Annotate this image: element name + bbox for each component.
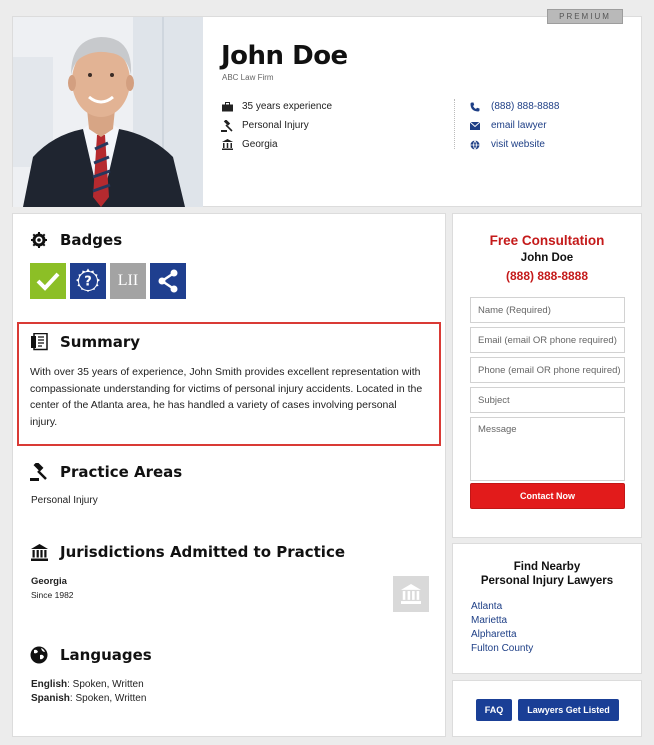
- language-item: Spanish: Spoken, Written: [31, 692, 146, 706]
- courthouse-icon: [30, 543, 48, 561]
- nearby-link-atlanta[interactable]: Atlanta: [471, 601, 502, 612]
- summary-title: Summary: [60, 333, 141, 351]
- language-name: English: [31, 679, 68, 690]
- summary-heading: Summary: [30, 333, 140, 351]
- nearby-title-line1: Find Nearby: [513, 561, 581, 573]
- briefcase-icon: [221, 101, 233, 113]
- consultation-lawyer-name: John Doe: [520, 252, 574, 264]
- header-divider: [454, 99, 455, 149]
- footer-links: FAQ Lawyers Get Listed: [452, 680, 642, 737]
- languages-list: English: Spoken, Written Spanish: Spoken…: [31, 678, 146, 706]
- practice-areas-heading: Practice Areas: [30, 463, 182, 481]
- badge-gear-icon: [30, 231, 48, 249]
- gavel-icon: [221, 119, 233, 132]
- website-link[interactable]: visit website: [469, 135, 559, 154]
- lawyer-info-list: 35 years experience Personal Injury Geor…: [221, 97, 332, 154]
- languages-heading: Languages: [30, 646, 152, 664]
- share-icon: [158, 269, 178, 293]
- location-row: Georgia: [221, 135, 332, 154]
- consultation-phone[interactable]: (888) 888-8888: [453, 269, 641, 283]
- svg-text:?: ?: [84, 275, 92, 290]
- phone-link[interactable]: (888) 888-8888: [469, 97, 559, 116]
- language-item: English: Spoken, Written: [31, 678, 146, 692]
- jurisdiction-since: Since 1982: [31, 590, 74, 600]
- practice-areas-title: Practice Areas: [60, 463, 183, 481]
- faq-button[interactable]: FAQ: [476, 699, 512, 721]
- lawyers-get-listed-button[interactable]: Lawyers Get Listed: [518, 699, 619, 721]
- message-field[interactable]: [470, 417, 625, 481]
- nearby-link-alpharetta[interactable]: Alpharetta: [471, 629, 517, 640]
- contact-now-button[interactable]: Contact Now: [470, 483, 625, 509]
- practice-area-item: Personal Injury: [31, 495, 98, 506]
- practice-text: Personal Injury: [242, 120, 309, 131]
- subject-field[interactable]: [470, 387, 625, 413]
- badges-title: Badges: [60, 231, 123, 249]
- firm-name: ABC Law Firm: [222, 73, 274, 82]
- nearby-link-marietta[interactable]: Marietta: [471, 615, 507, 626]
- badges-list: ? LII: [30, 263, 186, 299]
- share-badge[interactable]: [150, 263, 186, 299]
- name-field[interactable]: [470, 297, 625, 323]
- gavel-icon: [30, 463, 48, 481]
- phone-text[interactable]: (888) 888-8888: [491, 101, 559, 112]
- jurisdictions-heading: Jurisdictions Admitted to Practice: [30, 543, 345, 561]
- consultation-title: Free Consultation: [489, 233, 605, 248]
- experience-row: 35 years experience: [221, 97, 332, 116]
- location-text: Georgia: [242, 139, 278, 150]
- nearby-lawyers: Find Nearby Personal Injury Lawyers Atla…: [452, 543, 642, 674]
- checkmark-icon: [36, 272, 60, 291]
- summary-text: With over 35 years of experience, John S…: [30, 366, 423, 428]
- email-field[interactable]: [470, 327, 625, 353]
- nearby-link-fulton-county[interactable]: Fulton County: [471, 643, 533, 654]
- website-text[interactable]: visit website: [491, 139, 545, 150]
- consultation-form: Free Consultation John Doe (888) 888-888…: [452, 213, 642, 538]
- premium-badge: PREMIUM: [547, 9, 623, 24]
- phone-field[interactable]: [470, 357, 625, 383]
- lii-icon: LII: [117, 272, 139, 289]
- courthouse-icon: [221, 139, 233, 151]
- language-name: Spanish: [31, 693, 70, 704]
- experience-text: 35 years experience: [242, 101, 333, 112]
- lawyer-name: John Doe: [221, 41, 348, 71]
- globe-icon: [30, 646, 48, 664]
- jurisdiction-courthouse-icon: [393, 576, 429, 612]
- question-badge[interactable]: ?: [70, 263, 106, 299]
- lii-badge[interactable]: LII: [110, 263, 146, 299]
- jurisdictions-title: Jurisdictions Admitted to Practice: [60, 543, 346, 561]
- badges-heading: Badges: [30, 231, 122, 249]
- language-detail: : Spoken, Written: [69, 693, 147, 704]
- language-detail: : Spoken, Written: [67, 679, 144, 690]
- profile-header: PREMIUM John Doe ABC Law Firm 35 years e…: [12, 9, 642, 207]
- practice-row: Personal Injury: [221, 116, 332, 135]
- globe-icon: [469, 139, 481, 151]
- document-icon: [30, 333, 48, 351]
- verified-badge[interactable]: [30, 263, 66, 299]
- main-content: Badges ? LII Summary With over 35 years …: [12, 213, 446, 737]
- envelope-icon: [469, 120, 481, 132]
- jurisdiction-state: Georgia: [31, 576, 67, 587]
- nearby-title-line2: Personal Injury Lawyers: [480, 575, 614, 587]
- email-text[interactable]: email lawyer: [491, 120, 547, 131]
- question-gear-icon: ?: [76, 268, 100, 292]
- languages-title: Languages: [60, 646, 152, 664]
- contact-list: (888) 888-8888 email lawyer visit websit…: [469, 97, 559, 154]
- lawyer-photo: [13, 17, 203, 207]
- phone-icon: [469, 101, 481, 113]
- email-link[interactable]: email lawyer: [469, 116, 559, 135]
